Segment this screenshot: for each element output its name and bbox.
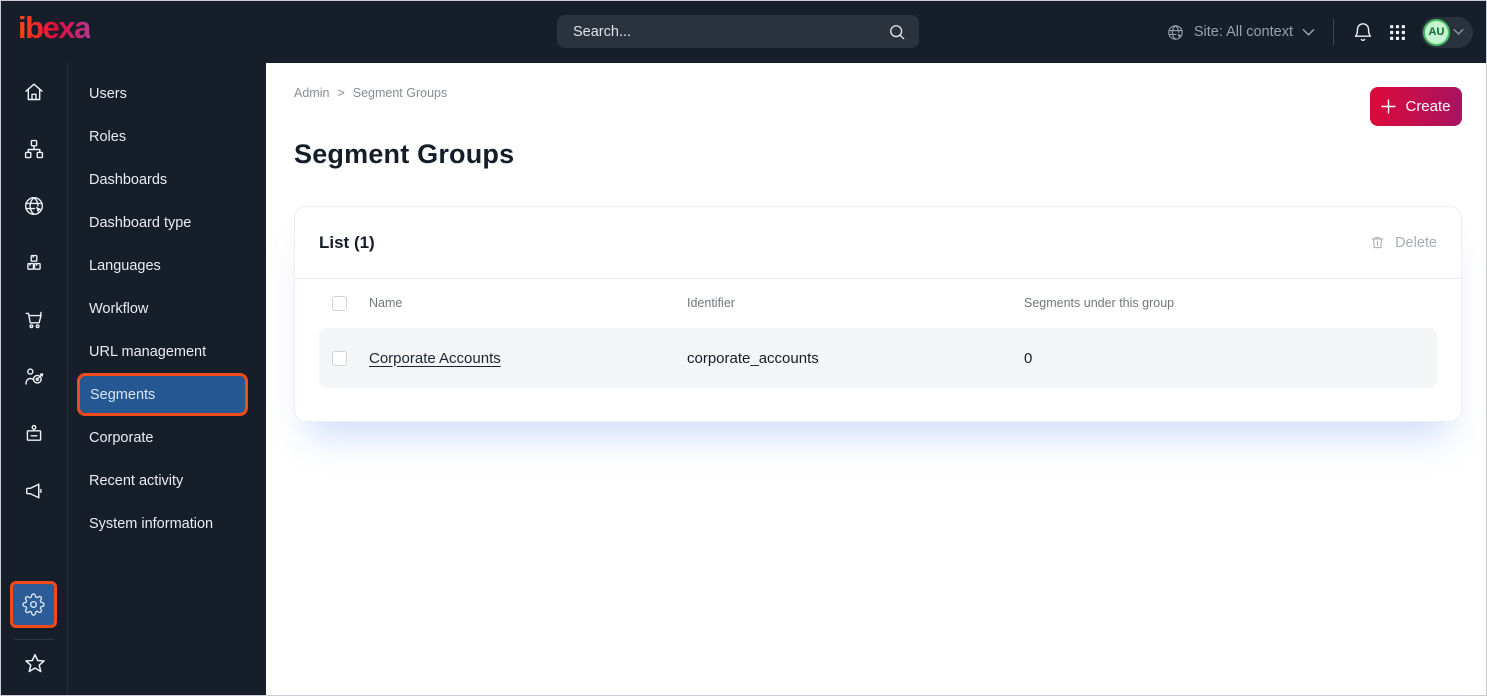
column-header-name: Name — [369, 296, 403, 310]
segment-groups-list-card: List (1) Delete Name Identifier Segments… — [294, 206, 1462, 422]
sidebar-item-users[interactable]: Users — [68, 72, 266, 115]
sidebar-item-label: Workflow — [89, 300, 149, 317]
sidebar-item-dashboards[interactable]: Dashboards — [68, 158, 266, 201]
sidebar-item-label: Recent activity — [89, 472, 184, 489]
chevron-down-icon — [1453, 28, 1464, 35]
column-header-segments: Segments under this group — [1024, 296, 1175, 310]
customers-target-icon[interactable] — [22, 365, 46, 389]
topbar-right-cluster: Site: All context AU — [1166, 1, 1473, 63]
segment-group-link[interactable]: Corporate Accounts — [369, 350, 687, 367]
column-header-identifier: Identifier — [687, 296, 735, 310]
search-icon[interactable] — [887, 22, 907, 42]
sidebar-item-admin-settings[interactable] — [10, 581, 57, 628]
row-checkbox[interactable] — [332, 350, 347, 366]
avatar: AU — [1423, 18, 1450, 46]
chevron-down-icon — [1302, 28, 1315, 36]
sidebar-item-workflow[interactable]: Workflow — [68, 287, 266, 330]
global-search[interactable] — [557, 15, 919, 48]
list-title: List (1) — [319, 232, 375, 252]
sidebar-item-label: Users — [89, 85, 127, 102]
settings-gear-icon — [22, 593, 45, 616]
bell-icon — [1354, 23, 1372, 42]
breadcrumb-separator: > — [337, 86, 345, 100]
admin-sidebar-menu: Users Roles Dashboards Dashboard type Langua… — [68, 63, 266, 695]
corporate-badge-icon[interactable] — [22, 422, 46, 446]
campaigns-megaphone-icon[interactable] — [22, 479, 46, 503]
topbar: ibexa Site: All context — [1, 1, 1486, 63]
select-all-checkbox[interactable] — [332, 295, 347, 311]
site-context-selector[interactable]: Site: All context — [1166, 23, 1315, 42]
topbar-divider — [1333, 19, 1334, 45]
app-grid-button[interactable] — [1387, 22, 1408, 43]
sidebar-item-label: Dashboards — [89, 171, 168, 188]
list-card-header: List (1) Delete — [295, 207, 1461, 279]
breadcrumb-admin[interactable]: Admin — [294, 86, 329, 100]
create-button[interactable]: Create — [1370, 87, 1462, 126]
page-title: Segment Groups — [294, 139, 515, 169]
delete-button[interactable]: Delete — [1369, 234, 1437, 251]
site-globe-cursor-icon[interactable] — [22, 194, 46, 218]
sidebar-item-roles[interactable]: Roles — [68, 115, 266, 158]
sidebar-item-label: URL management — [89, 343, 207, 360]
trash-icon — [1371, 236, 1384, 249]
table-header-row: Name Identifier Segments under this grou… — [319, 283, 1437, 323]
sidebar-item-label: Segments — [90, 386, 156, 403]
sidebar-item-system-information[interactable]: System information — [68, 502, 266, 545]
sidebar-item-recent-activity[interactable]: Recent activity — [68, 459, 266, 502]
segment-group-identifier: corporate_accounts — [687, 349, 819, 367]
segment-group-count: 0 — [1024, 349, 1033, 367]
create-button-label: Create — [1405, 98, 1451, 115]
sidebar-item-label: Dashboard type — [89, 214, 192, 231]
breadcrumb: Admin > Segment Groups — [294, 86, 447, 100]
sidebar-item-segments[interactable]: Segments — [77, 373, 248, 416]
table-row[interactable]: Corporate Accounts corporate_accounts 0 — [319, 328, 1437, 388]
grid-dots-icon — [1390, 24, 1405, 40]
main-content: Admin > Segment Groups Segment Groups Cr… — [266, 63, 1486, 695]
site-context-label: Site: All context — [1193, 24, 1293, 40]
primary-icon-rail — [1, 63, 68, 695]
cart-icon[interactable] — [22, 308, 46, 332]
site-globe-icon — [1168, 24, 1183, 40]
rail-divider — [14, 639, 54, 640]
ibexa-admin-screen: ibexa Site: All context — [0, 0, 1487, 696]
sidebar-item-label: Languages — [89, 257, 161, 274]
products-boxes-icon[interactable] — [22, 251, 46, 275]
search-input[interactable] — [573, 23, 877, 40]
sidebar-item-languages[interactable]: Languages — [68, 244, 266, 287]
sidebar-item-corporate[interactable]: Corporate — [68, 416, 266, 459]
home-icon[interactable] — [22, 80, 46, 104]
notifications-button[interactable] — [1352, 21, 1374, 43]
sidebar-item-dashboard-type[interactable]: Dashboard type — [68, 201, 266, 244]
sidebar-item-url-management[interactable]: URL management — [68, 330, 266, 373]
plus-icon — [1381, 99, 1397, 114]
delete-button-label: Delete — [1395, 234, 1437, 251]
user-menu[interactable]: AU — [1421, 16, 1473, 48]
sidebar-item-label: Corporate — [89, 429, 154, 446]
sidebar-item-label: Roles — [89, 128, 127, 145]
ibexa-logo[interactable]: ibexa — [18, 10, 91, 46]
sidebar-item-label: System information — [89, 515, 214, 532]
favorites-star-icon[interactable] — [22, 651, 48, 677]
breadcrumb-segment-groups: Segment Groups — [352, 86, 448, 100]
content-tree-icon[interactable] — [22, 137, 46, 161]
